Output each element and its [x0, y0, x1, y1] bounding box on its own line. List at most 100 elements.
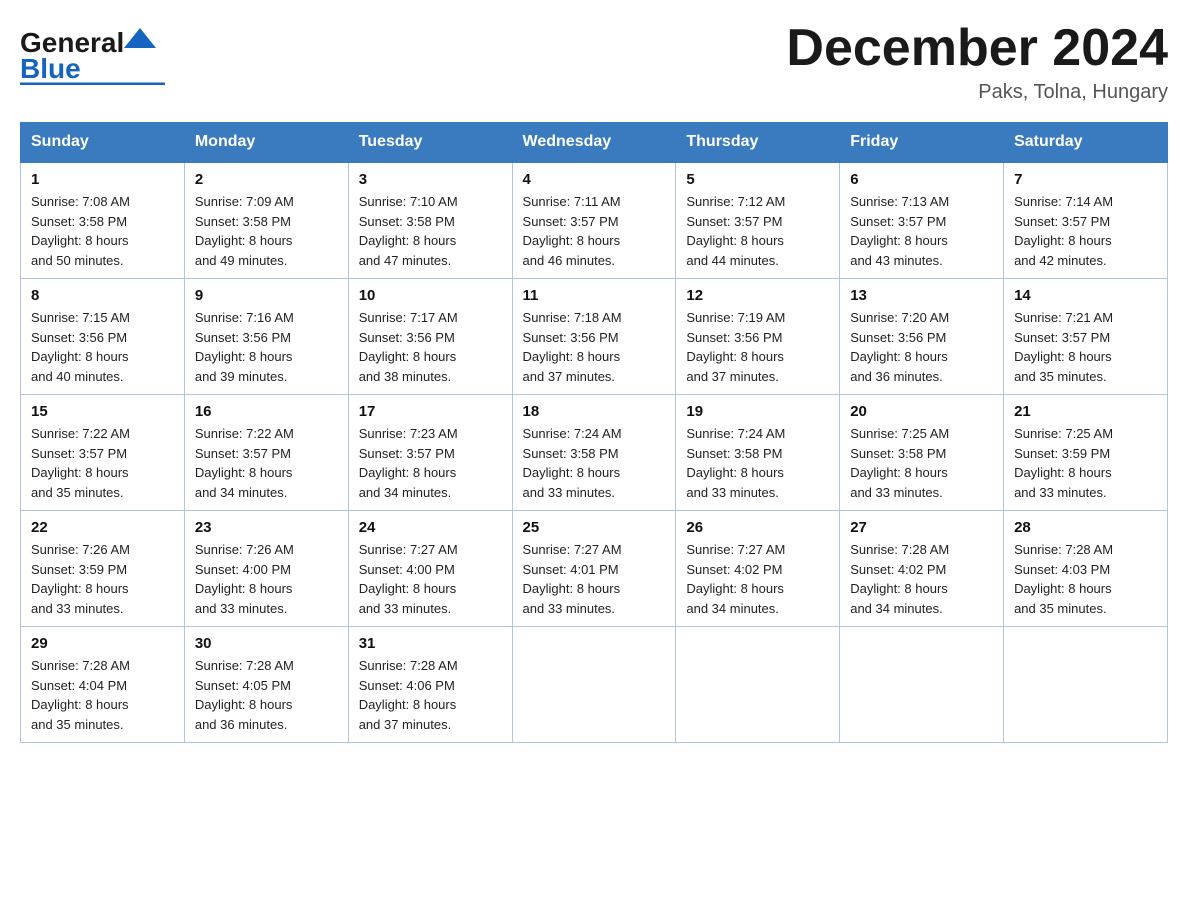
day-number: 4 — [523, 171, 666, 188]
daylight-minutes: and 47 minutes. — [359, 253, 452, 268]
sunset-label: Sunset: 4:04 PM — [31, 678, 127, 693]
sunrise-label: Sunrise: 7:28 AM — [31, 658, 130, 673]
daylight-minutes: and 36 minutes. — [195, 717, 288, 732]
sunset-label: Sunset: 4:00 PM — [359, 562, 455, 577]
day-info: Sunrise: 7:18 AM Sunset: 3:56 PM Dayligh… — [523, 308, 666, 386]
daylight-minutes: and 35 minutes. — [31, 717, 124, 732]
daylight-label: Daylight: 8 hours — [359, 697, 457, 712]
daylight-label: Daylight: 8 hours — [1014, 465, 1112, 480]
day-info: Sunrise: 7:25 AM Sunset: 3:59 PM Dayligh… — [1014, 424, 1157, 502]
day-number: 30 — [195, 635, 338, 652]
table-row: 7 Sunrise: 7:14 AM Sunset: 3:57 PM Dayli… — [1004, 162, 1168, 279]
day-info: Sunrise: 7:23 AM Sunset: 3:57 PM Dayligh… — [359, 424, 502, 502]
daylight-label: Daylight: 8 hours — [850, 233, 948, 248]
daylight-label: Daylight: 8 hours — [31, 465, 129, 480]
sunrise-label: Sunrise: 7:17 AM — [359, 310, 458, 325]
sunset-label: Sunset: 3:56 PM — [359, 330, 455, 345]
table-row: 2 Sunrise: 7:09 AM Sunset: 3:58 PM Dayli… — [184, 162, 348, 279]
sunset-label: Sunset: 3:59 PM — [1014, 446, 1110, 461]
sunset-label: Sunset: 4:00 PM — [195, 562, 291, 577]
table-row: 10 Sunrise: 7:17 AM Sunset: 3:56 PM Dayl… — [348, 279, 512, 395]
sunrise-label: Sunrise: 7:18 AM — [523, 310, 622, 325]
daylight-minutes: and 36 minutes. — [850, 369, 943, 384]
sunrise-label: Sunrise: 7:21 AM — [1014, 310, 1113, 325]
sunrise-label: Sunrise: 7:22 AM — [31, 426, 130, 441]
sunrise-label: Sunrise: 7:16 AM — [195, 310, 294, 325]
daylight-label: Daylight: 8 hours — [359, 465, 457, 480]
daylight-label: Daylight: 8 hours — [523, 233, 621, 248]
table-row: 21 Sunrise: 7:25 AM Sunset: 3:59 PM Dayl… — [1004, 395, 1168, 511]
sunset-label: Sunset: 3:56 PM — [686, 330, 782, 345]
sunrise-label: Sunrise: 7:27 AM — [359, 542, 458, 557]
calendar-week-row: 1 Sunrise: 7:08 AM Sunset: 3:58 PM Dayli… — [21, 162, 1168, 279]
daylight-minutes: and 37 minutes. — [686, 369, 779, 384]
day-info: Sunrise: 7:24 AM Sunset: 3:58 PM Dayligh… — [523, 424, 666, 502]
daylight-minutes: and 43 minutes. — [850, 253, 943, 268]
day-number: 25 — [523, 519, 666, 536]
day-number: 15 — [31, 403, 174, 420]
calendar-table: Sunday Monday Tuesday Wednesday Thursday… — [20, 122, 1168, 743]
sunset-label: Sunset: 3:56 PM — [31, 330, 127, 345]
col-sunday: Sunday — [21, 123, 185, 163]
sunrise-label: Sunrise: 7:24 AM — [686, 426, 785, 441]
day-info: Sunrise: 7:16 AM Sunset: 3:56 PM Dayligh… — [195, 308, 338, 386]
daylight-minutes: and 42 minutes. — [1014, 253, 1107, 268]
sunset-label: Sunset: 3:58 PM — [850, 446, 946, 461]
sunset-label: Sunset: 3:57 PM — [359, 446, 455, 461]
day-number: 13 — [850, 287, 993, 304]
sunrise-label: Sunrise: 7:25 AM — [1014, 426, 1113, 441]
daylight-minutes: and 33 minutes. — [359, 601, 452, 616]
calendar-header-row: Sunday Monday Tuesday Wednesday Thursday… — [21, 123, 1168, 163]
table-row: 18 Sunrise: 7:24 AM Sunset: 3:58 PM Dayl… — [512, 395, 676, 511]
daylight-minutes: and 33 minutes. — [850, 485, 943, 500]
table-row: 20 Sunrise: 7:25 AM Sunset: 3:58 PM Dayl… — [840, 395, 1004, 511]
day-number: 14 — [1014, 287, 1157, 304]
table-row: 13 Sunrise: 7:20 AM Sunset: 3:56 PM Dayl… — [840, 279, 1004, 395]
daylight-label: Daylight: 8 hours — [359, 349, 457, 364]
table-row: 25 Sunrise: 7:27 AM Sunset: 4:01 PM Dayl… — [512, 511, 676, 627]
table-row: 31 Sunrise: 7:28 AM Sunset: 4:06 PM Dayl… — [348, 627, 512, 743]
daylight-label: Daylight: 8 hours — [1014, 233, 1112, 248]
sunrise-label: Sunrise: 7:28 AM — [359, 658, 458, 673]
table-row — [1004, 627, 1168, 743]
sunset-label: Sunset: 4:03 PM — [1014, 562, 1110, 577]
day-info: Sunrise: 7:22 AM Sunset: 3:57 PM Dayligh… — [195, 424, 338, 502]
day-number: 20 — [850, 403, 993, 420]
day-info: Sunrise: 7:12 AM Sunset: 3:57 PM Dayligh… — [686, 192, 829, 270]
day-number: 7 — [1014, 171, 1157, 188]
daylight-label: Daylight: 8 hours — [195, 233, 293, 248]
day-number: 21 — [1014, 403, 1157, 420]
daylight-label: Daylight: 8 hours — [686, 349, 784, 364]
day-number: 2 — [195, 171, 338, 188]
day-number: 29 — [31, 635, 174, 652]
calendar-week-row: 15 Sunrise: 7:22 AM Sunset: 3:57 PM Dayl… — [21, 395, 1168, 511]
day-info: Sunrise: 7:28 AM Sunset: 4:06 PM Dayligh… — [359, 656, 502, 734]
day-number: 5 — [686, 171, 829, 188]
table-row — [840, 627, 1004, 743]
day-info: Sunrise: 7:15 AM Sunset: 3:56 PM Dayligh… — [31, 308, 174, 386]
col-friday: Friday — [840, 123, 1004, 163]
sunrise-label: Sunrise: 7:28 AM — [195, 658, 294, 673]
day-info: Sunrise: 7:28 AM Sunset: 4:02 PM Dayligh… — [850, 540, 993, 618]
daylight-minutes: and 33 minutes. — [31, 601, 124, 616]
day-info: Sunrise: 7:24 AM Sunset: 3:58 PM Dayligh… — [686, 424, 829, 502]
table-row: 29 Sunrise: 7:28 AM Sunset: 4:04 PM Dayl… — [21, 627, 185, 743]
day-info: Sunrise: 7:19 AM Sunset: 3:56 PM Dayligh… — [686, 308, 829, 386]
sunset-label: Sunset: 3:57 PM — [523, 214, 619, 229]
day-number: 9 — [195, 287, 338, 304]
day-number: 22 — [31, 519, 174, 536]
page-subtitle: Paks, Tolna, Hungary — [786, 81, 1168, 104]
day-number: 6 — [850, 171, 993, 188]
day-info: Sunrise: 7:20 AM Sunset: 3:56 PM Dayligh… — [850, 308, 993, 386]
table-row: 24 Sunrise: 7:27 AM Sunset: 4:00 PM Dayl… — [348, 511, 512, 627]
sunset-label: Sunset: 4:02 PM — [850, 562, 946, 577]
daylight-label: Daylight: 8 hours — [1014, 581, 1112, 596]
day-number: 18 — [523, 403, 666, 420]
sunset-label: Sunset: 3:57 PM — [195, 446, 291, 461]
col-wednesday: Wednesday — [512, 123, 676, 163]
sunset-label: Sunset: 3:59 PM — [31, 562, 127, 577]
day-info: Sunrise: 7:27 AM Sunset: 4:02 PM Dayligh… — [686, 540, 829, 618]
table-row: 15 Sunrise: 7:22 AM Sunset: 3:57 PM Dayl… — [21, 395, 185, 511]
sunrise-label: Sunrise: 7:13 AM — [850, 194, 949, 209]
table-row — [676, 627, 840, 743]
